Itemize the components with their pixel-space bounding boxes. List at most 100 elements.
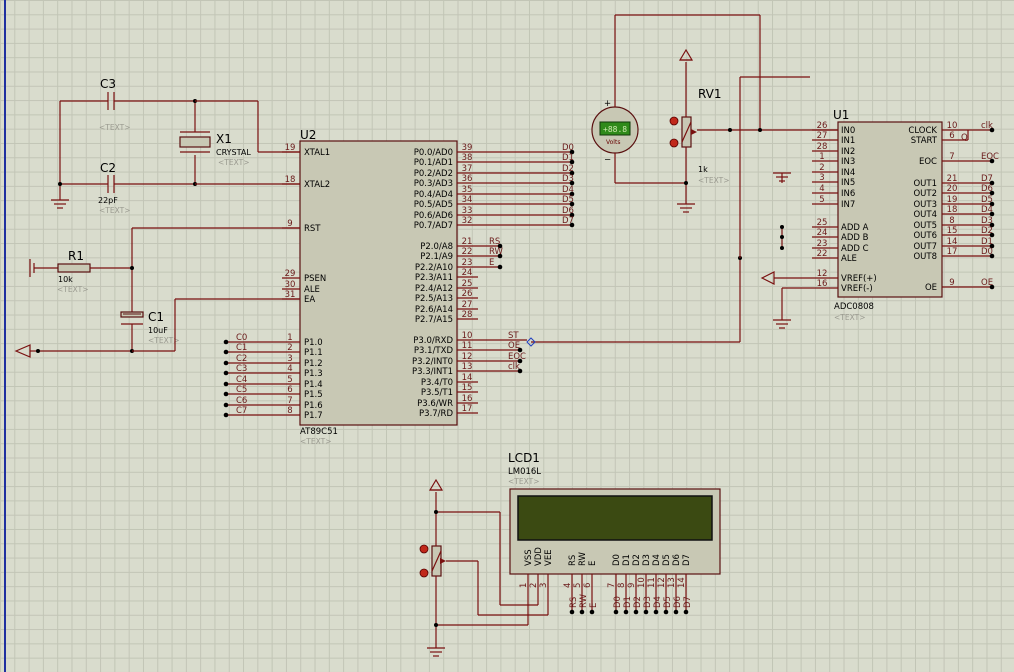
junction-dot (223, 381, 229, 387)
u1-net-label: D2 (981, 226, 993, 236)
u2-pin-number: 27 (462, 300, 473, 310)
u1-pin-name: OUT8 (913, 252, 937, 262)
lcd1-ref: LCD1 (508, 451, 540, 465)
lcd-pin-name: D5 (662, 554, 672, 566)
u2-pin-number: 24 (462, 268, 473, 278)
lcd-pin-number: 4 (563, 583, 573, 588)
u2-pin-name: XTAL1 (304, 148, 330, 158)
u2-pin-number: 34 (462, 195, 473, 205)
lcd-pin-name: RS (568, 555, 578, 566)
c2-text-placeholder: <TEXT> (99, 206, 130, 215)
u2-pin-number: 31 (285, 290, 296, 300)
u2-pin-name: P0.1/AD1 (414, 158, 453, 168)
u2-pin-number: 22 (462, 247, 473, 257)
lcd-pin-name: D0 (612, 554, 622, 566)
u2-pin-number: 36 (462, 174, 473, 184)
lcd-pin-number: 10 (637, 577, 647, 588)
junction-dot (223, 370, 229, 376)
lcd-pin-name: D3 (642, 554, 652, 566)
u1-pin-number: 24 (817, 228, 828, 238)
u2-pin-number: 9 (287, 219, 292, 229)
u2-pin-number: 30 (285, 280, 296, 290)
lcd-net-label: RS (569, 597, 579, 608)
u1-net-label: clk (981, 121, 993, 131)
lcd-pin-name: VDD (534, 547, 544, 566)
lcd-pin-number: 11 (647, 577, 657, 588)
u2-pin-name: P3.0/RXD (413, 336, 453, 346)
rv1-potentiometer[interactable]: RV1 1k <TEXT> (669, 87, 729, 185)
c1-capacitor[interactable]: C1 10uF <TEXT> (120, 228, 179, 351)
u2-pin-name: P2.4/A12 (415, 284, 453, 294)
lcd-pin-number: 6 (583, 583, 593, 588)
u2-pin-name: P0.0/AD0 (414, 148, 453, 158)
u2-pin-number: 6 (287, 385, 292, 395)
u1-pin-number: 19 (947, 195, 958, 205)
p1-net-label: C7 (236, 406, 247, 416)
u1-pin-name: OUT5 (913, 221, 937, 231)
lcd-pin-number: 12 (657, 577, 667, 588)
lcd1-display[interactable]: LCD1 LM016L <TEXT> VSS 1 VDD 2 VEE 3 RS 4 RW 5 E 6 D… (508, 451, 721, 615)
u1-pin-number: 26 (817, 121, 828, 131)
u1-pin-name: OUT2 (913, 189, 937, 199)
u1-net-label: EOC (981, 152, 999, 162)
c1-ref: C1 (148, 310, 164, 324)
u1-pin-name: VREF(+) (841, 274, 877, 284)
u2-microcontroller[interactable]: U2 AT89C51 <TEXT> 19 XTAL118 XTAL29 RST29 PS… (223, 128, 575, 446)
u2-pin-name: RST (304, 224, 321, 234)
u2-pin-number: 37 (462, 164, 473, 174)
u2-pin-name: P1.4 (304, 380, 323, 390)
u2-net-label: OE (508, 341, 520, 351)
u1-pin-name: START (911, 136, 938, 146)
u2-pin-number: 38 (462, 153, 473, 163)
c3-ref: C3 (100, 77, 116, 91)
lcd-pin-number: 13 (667, 577, 677, 588)
u2-pin-name: P0.6/AD6 (414, 211, 453, 221)
u2-pin-number: 21 (462, 237, 473, 247)
r1-resistor[interactable]: R1 10k <TEXT> (29, 249, 132, 294)
u2-pin-name: P1.6 (304, 401, 323, 411)
lcd-pin-number: 8 (617, 583, 627, 588)
r1-value: 10k (58, 275, 73, 284)
u2-pin-name: P3.2/INT0 (412, 357, 453, 367)
u2-pin-number: 32 (462, 216, 473, 226)
u2-pin-name: P1.7 (304, 411, 323, 421)
u2-pin-name: P2.0/A8 (420, 242, 453, 252)
u2-pin-name: P1.1 (304, 348, 323, 358)
u2-net-label: clk (508, 362, 520, 372)
u2-pin-name: P3.7/RD (419, 409, 453, 419)
u1-net-label: OE (981, 278, 993, 288)
u1-pin-name: OUT1 (913, 179, 937, 189)
lcd-pin-name: D4 (652, 554, 662, 566)
u1-pin-name: IN5 (841, 178, 855, 188)
u2-pin-name: XTAL2 (304, 180, 330, 190)
lcd-contrast-pot[interactable] (419, 544, 446, 578)
oscillator-wiring (51, 99, 300, 209)
junction-dot (683, 609, 689, 615)
u1-pin-name: IN4 (841, 168, 855, 178)
lcd-net-label: D4 (653, 596, 663, 608)
u1-pin-number: 23 (817, 239, 828, 249)
junction-dot (569, 609, 575, 615)
u2-net-label: D0 (562, 143, 574, 153)
u1-adc[interactable]: U1 ADC0808 <TEXT> Q 26 IN027 IN128 IN21 IN32… (812, 108, 999, 322)
u1-pin-name: CLOCK (908, 126, 937, 136)
c3-capacitor[interactable]: C3 <TEXT> (60, 77, 195, 132)
p1-net-label: C0 (236, 333, 247, 343)
u2-pin-name: P3.4/T0 (421, 378, 453, 388)
u1-ref: U1 (833, 108, 849, 122)
lcd1-text-placeholder: <TEXT> (508, 477, 539, 486)
p1-net-label: C5 (236, 385, 247, 395)
u2-net-label: RS (489, 237, 500, 247)
u2-pin-name: P1.2 (304, 359, 323, 369)
u1-pin-number: 8 (949, 216, 954, 226)
x1-crystal[interactable]: X1 CRYSTAL <TEXT> (179, 131, 251, 167)
u2-pin-number: 3 (287, 354, 292, 364)
u2-pin-number: 18 (285, 175, 296, 185)
p1-net-label: C2 (236, 354, 247, 364)
u1-net-label: D4 (981, 205, 993, 215)
u2-pin-name: P2.5/A13 (415, 294, 453, 304)
x1-text-placeholder: <TEXT> (218, 158, 249, 167)
c2-capacitor[interactable]: C2 22pF <TEXT> (60, 161, 195, 215)
u2-pin-number: 33 (462, 206, 473, 216)
u1-net-label: D7 (981, 174, 993, 184)
